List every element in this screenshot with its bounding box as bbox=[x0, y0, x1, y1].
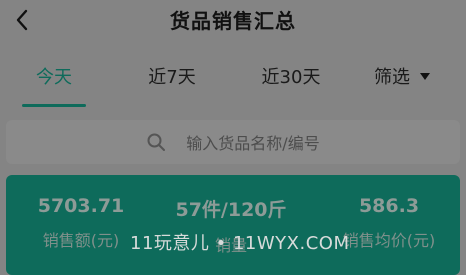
header: 货品销售汇总 bbox=[0, 0, 466, 44]
date-tabs: 今天 近7天 近30天 筛选 bbox=[0, 56, 466, 108]
sales-amount-value: 5703.71 bbox=[37, 195, 125, 217]
active-tab-indicator bbox=[22, 104, 86, 107]
avg-price-value: 586.3 bbox=[358, 195, 420, 217]
tab-last-7-days[interactable]: 近7天 bbox=[135, 66, 209, 100]
sales-volume-value: 57件/120斤 bbox=[175, 199, 287, 221]
filter-button[interactable]: 筛选 bbox=[374, 66, 450, 100]
sales-summary-card: 5703.71 销售额(元) 57件/120斤 销量 586.3 销售均价(元) bbox=[6, 175, 460, 275]
search-icon bbox=[147, 133, 166, 151]
search-input[interactable]: 输入货品名称/编号 bbox=[6, 120, 460, 164]
page-title: 货品销售汇总 bbox=[170, 9, 296, 33]
sales-amount-label: 销售额(元) bbox=[42, 231, 120, 250]
filter-label: 筛选 bbox=[374, 67, 410, 88]
tab-last-30-days[interactable]: 近30天 bbox=[250, 66, 332, 100]
watermark-text: 11玩意儿 • 11WYX.COM bbox=[130, 233, 350, 254]
caret-down-icon bbox=[420, 72, 430, 80]
stat-sales-amount: 5703.71 销售额(元) bbox=[26, 195, 136, 251]
search-placeholder: 输入货品名称/编号 bbox=[186, 134, 320, 153]
tab-today[interactable]: 今天 bbox=[22, 66, 86, 100]
